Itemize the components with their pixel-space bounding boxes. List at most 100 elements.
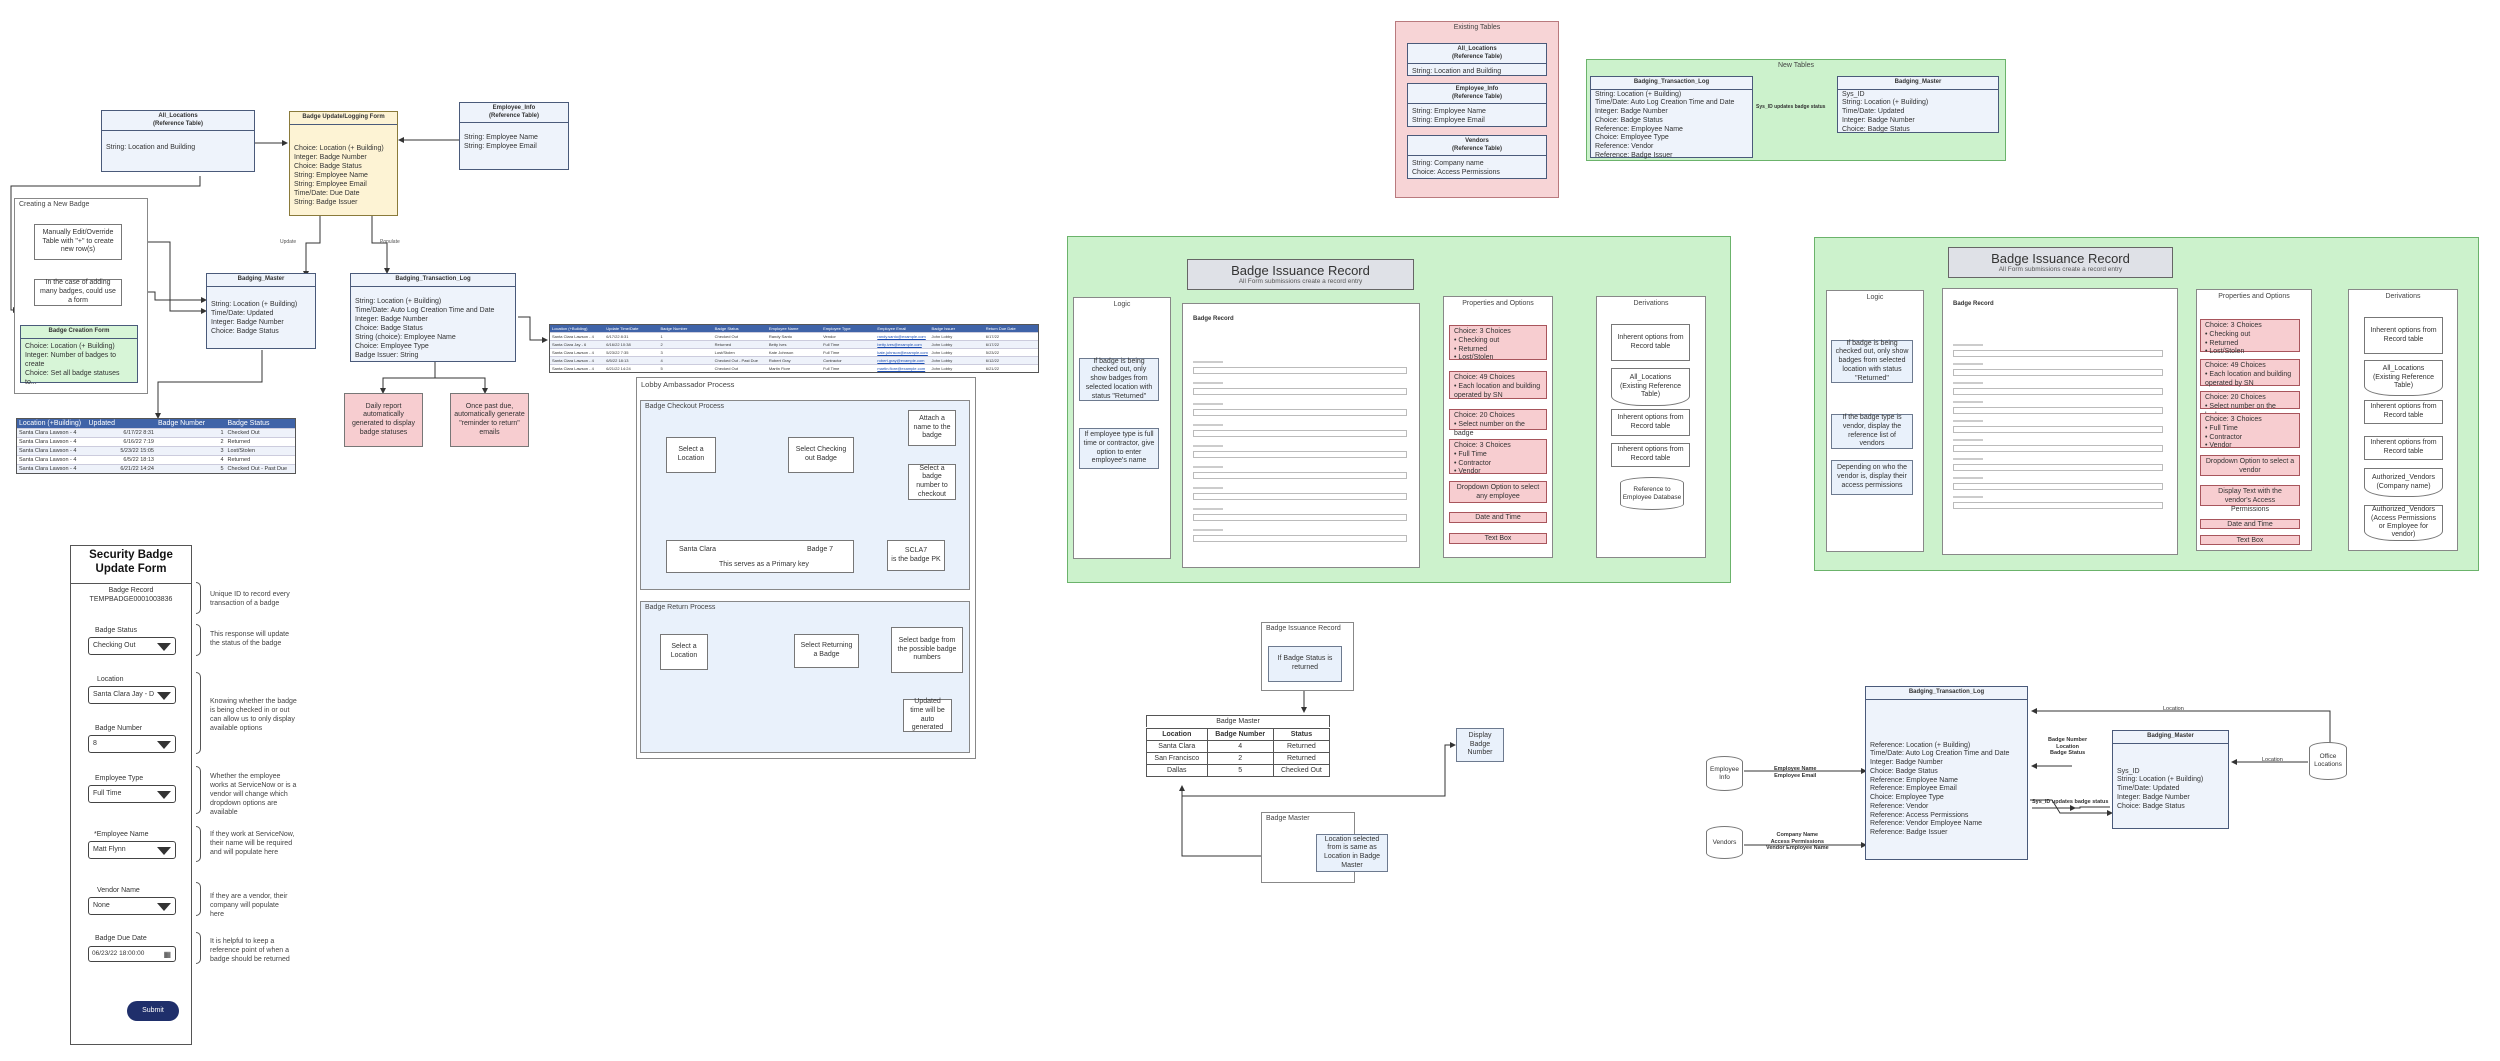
form-field-input[interactable]: [1193, 430, 1407, 437]
select-returning-box: Select Returning a Badge: [794, 634, 859, 668]
employee-name-value: Matt Flynn: [93, 846, 126, 853]
cell: Santa Clara Lawson - 4: [552, 350, 594, 355]
cell: Checked Out: [714, 366, 739, 371]
form-field-label: [1953, 420, 1983, 422]
employee-type-label: Employee Type: [95, 775, 144, 782]
bir-left-deriv-3: Inherent options from Record table: [1611, 409, 1690, 436]
badge7-label: Badge 7: [807, 546, 834, 553]
form-field-label: [1953, 344, 1983, 346]
form-field-input[interactable]: [1953, 483, 2163, 490]
log-col[interactable]: Badge Issuer: [930, 325, 984, 332]
form-field-input[interactable]: [1953, 369, 2163, 376]
employee-type-dropdown[interactable]: Full Time: [88, 785, 176, 803]
log-col[interactable]: Update Time/Date: [604, 325, 658, 332]
form-field-label: [1193, 424, 1223, 426]
master-col-badge-number[interactable]: Badge Number: [156, 419, 226, 428]
vendor-name-dropdown[interactable]: None: [88, 897, 176, 915]
form-field-input[interactable]: [1953, 445, 2163, 452]
bir-right-form-title: Badge Record: [1953, 301, 1994, 307]
form-field-input[interactable]: [1953, 407, 2163, 414]
brace: [196, 882, 201, 916]
log-col[interactable]: Return Due Date: [984, 325, 1038, 332]
form-field-input[interactable]: [1193, 409, 1407, 416]
existing-all-locations-body: String: Location and Building: [1412, 68, 1502, 75]
scla7-box: SCLA7 is the badge PK: [887, 540, 945, 571]
form-field-input[interactable]: [1953, 350, 2163, 357]
table-row: Santa Clara Lawson - 4 6/16/22 7:19 2 Retur…: [17, 437, 295, 446]
bir-right-prop-8: Text Box: [2200, 535, 2300, 545]
edge-badge-label: Badge Number Location Badge Status: [2048, 737, 2088, 757]
attach-name-box: Attach a name to the badge: [908, 410, 956, 446]
log-col[interactable]: Location (+Building): [550, 325, 604, 332]
cell: Dallas: [1146, 764, 1208, 777]
table-row: Santa Clara Lawson - 4 5/23/22 15:05 3 Lost…: [17, 446, 295, 455]
badge-status-label: Badge Status: [95, 627, 138, 634]
submit-button[interactable]: Submit: [127, 1001, 179, 1021]
select-checking-out-box: Select Checking out Badge: [788, 437, 854, 473]
cell: John Lobby: [931, 358, 953, 363]
log-col[interactable]: Employee Type: [821, 325, 875, 332]
employee-name-dropdown[interactable]: Matt Flynn: [88, 841, 176, 859]
cell: randy.santo@example.com: [877, 334, 926, 339]
cell: 5: [1206, 764, 1274, 777]
br-badging-master-body: Sys_ID String: Location (+ Building) Tim…: [2117, 767, 2204, 810]
form-field-label: [1193, 508, 1223, 510]
due-date-label: Badge Due Date: [95, 935, 147, 942]
badge-number-dropdown[interactable]: 8: [88, 735, 176, 753]
cell: kate.johnson@example.com: [877, 350, 928, 355]
form-field-input[interactable]: [1193, 451, 1407, 458]
badge-form-table: Badge Update/Logging Form Choice: Locati…: [289, 111, 398, 216]
form-field-input[interactable]: [1953, 426, 2163, 433]
form-field-input[interactable]: [1953, 502, 2163, 509]
all-locations-body: String: Location and Building: [106, 144, 196, 151]
badge-master-caption: Badge Master: [1266, 815, 1310, 822]
display-badge-box: Display Badge Number: [1456, 728, 1504, 762]
form-field-input[interactable]: [1193, 535, 1407, 542]
select-badge-possible-box: Select badge from the possible badge num…: [891, 627, 963, 673]
bir-left-prop-7: Text Box: [1449, 533, 1547, 544]
return-process-title: Badge Return Process: [645, 604, 716, 611]
table-row: Santa Clara 4 Returned: [1146, 740, 1331, 753]
form-field-input[interactable]: [1193, 367, 1407, 374]
bir-left-deriv-2: All_Locations (Existing Reference Table): [1611, 368, 1690, 406]
chevron-down-icon: [157, 692, 171, 700]
badging-master-title: Badging_Master: [207, 274, 315, 287]
bir-right-prop-1: Choice: 3 Choices • Checking out • Retur…: [2200, 319, 2300, 355]
bir-right-derivs-title: Derivations: [2385, 293, 2421, 300]
bir-left-derivs-title: Derivations: [1633, 300, 1669, 307]
log-col[interactable]: Badge Status: [713, 325, 767, 332]
existing-tables-title: Existing Tables: [1453, 24, 1501, 31]
master-col-location[interactable]: Location (+Building): [17, 419, 87, 428]
master-col-badge-status[interactable]: Badge Status: [226, 419, 296, 428]
cell: Santa Clara Lawson - 4: [19, 439, 77, 445]
master-sheet-header: Location (+Building) Updated Badge Numbe…: [17, 419, 295, 428]
bir-right-title: Badge Issuance Record: [1991, 251, 2130, 266]
cell: John Lobby: [931, 342, 953, 347]
form-field-input[interactable]: [1193, 472, 1407, 479]
form-field-input[interactable]: [1953, 388, 2163, 395]
form-field-input[interactable]: [1193, 514, 1407, 521]
bir-left-logic-title: Logic: [1113, 301, 1131, 308]
cell: John Lobby: [931, 350, 953, 355]
due-date-input[interactable]: 06/23/22 18:00:00 ▦: [88, 946, 176, 962]
badge-status-dropdown[interactable]: Checking Out: [88, 637, 176, 655]
form-field-input[interactable]: [1193, 493, 1407, 500]
form-field-input[interactable]: [1193, 388, 1407, 395]
location-dropdown[interactable]: Santa Clara Jay - D: [88, 686, 176, 704]
primary-key-label: This serves as a Primary key: [719, 561, 809, 568]
existing-employee-info: Employee_Info (Reference Table) String: …: [1407, 83, 1547, 127]
master-col-updated[interactable]: Updated: [87, 419, 157, 428]
badge-record-label: Badge Record: [108, 587, 154, 594]
form-field-label: [1193, 529, 1223, 531]
calendar-icon[interactable]: ▦: [163, 950, 171, 959]
log-col[interactable]: Employee Name: [767, 325, 821, 332]
cell: Santa Clara Lawson - 4: [552, 334, 594, 339]
cell: Lost/Stolen: [227, 448, 256, 454]
log-col[interactable]: Badge Number: [658, 325, 712, 332]
log-col[interactable]: Employee Email: [875, 325, 929, 332]
creation-form-title: Badge Creation Form: [21, 326, 137, 339]
form-field-input[interactable]: [1953, 464, 2163, 471]
br-transaction-log-body: Reference: Location (+ Building) Time/Da…: [1870, 741, 2010, 837]
note-employee-name: If they work at ServiceNow, their name w…: [210, 831, 295, 857]
badge-status-value: Checking Out: [93, 642, 136, 649]
